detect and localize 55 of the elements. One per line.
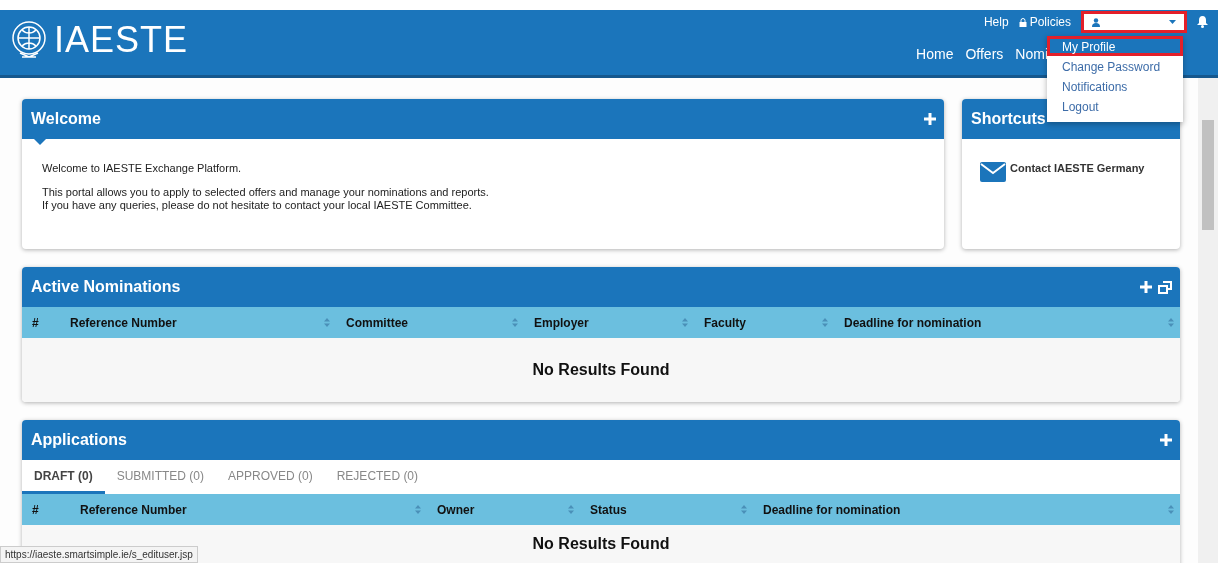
card-title: Active Nominations <box>31 278 181 296</box>
nav-link[interactable]: Home <box>916 46 954 62</box>
sort-icon <box>682 318 688 327</box>
logo-text: IAESTE <box>54 19 189 61</box>
column-header[interactable]: Reference Number <box>70 315 177 330</box>
column-header[interactable]: # <box>32 502 39 517</box>
shortcut-link[interactable]: Contact IAESTE Germany <box>1010 162 1145 174</box>
column-header[interactable]: Owner <box>437 502 475 517</box>
bell-icon[interactable] <box>1197 16 1208 28</box>
header-link[interactable]: Policies <box>1018 15 1071 29</box>
column-header[interactable]: Faculty <box>704 315 746 330</box>
menu-item[interactable]: My Profile <box>1047 36 1183 56</box>
lock-icon <box>1018 17 1027 27</box>
welcome-text: If you have any queries, please do not hesitate to contact your local IAESTE Committee. <box>42 199 473 212</box>
sort-icon <box>324 318 330 327</box>
tab[interactable]: SUBMITTED (0) <box>104 460 216 494</box>
sort-icon <box>512 318 518 327</box>
sort-icon <box>1168 505 1174 514</box>
column-header[interactable]: # <box>32 315 39 330</box>
sort-icon <box>1168 318 1174 327</box>
card-title: Applications <box>31 431 127 449</box>
card-title: Shortcuts <box>971 110 1046 128</box>
empty-message: No Results Found <box>532 361 670 379</box>
windows-icon[interactable] <box>1158 280 1172 294</box>
sort-icon <box>741 505 747 514</box>
tab[interactable]: REJECTED (0) <box>324 460 431 494</box>
welcome-text: This portal allows you to apply to selected offers and manage your nominations and reports. <box>42 186 490 199</box>
nav-link[interactable]: Nomi <box>1015 46 1048 62</box>
plus-icon[interactable] <box>1160 434 1172 446</box>
column-header[interactable]: Deadline for nomination <box>763 502 901 517</box>
sort-icon <box>415 505 421 514</box>
column-header[interactable]: Employer <box>534 315 589 330</box>
nav-link[interactable]: Offers <box>965 46 1004 62</box>
plus-icon[interactable] <box>924 113 936 125</box>
plus-icon[interactable] <box>1140 281 1152 293</box>
welcome-text: Welcome to IAESTE Exchange Platform. <box>42 162 243 175</box>
caret-icon <box>1169 20 1176 24</box>
scrollbar[interactable] <box>1198 78 1218 563</box>
envelope-icon <box>980 162 1006 182</box>
empty-message: No Results Found <box>532 535 670 553</box>
column-header[interactable]: Committee <box>346 315 408 330</box>
tab[interactable]: APPROVED (0) <box>216 460 325 494</box>
column-header[interactable]: Deadline for nomination <box>844 315 982 330</box>
user-icon <box>1092 17 1100 27</box>
sort-icon <box>822 318 828 327</box>
user-dropdown[interactable] <box>1081 11 1187 33</box>
menu-item[interactable]: Logout <box>1047 96 1183 116</box>
sort-icon <box>568 505 574 514</box>
card-title: Welcome <box>31 110 101 128</box>
column-header[interactable]: Reference Number <box>80 502 187 517</box>
menu-item[interactable]: Change Password <box>1047 56 1183 76</box>
status-url: https://iaeste.smartsimple.ie/s_edituser.jsp <box>0 546 198 563</box>
column-header[interactable]: Status <box>590 502 627 517</box>
header-link[interactable]: Help <box>983 15 1009 29</box>
menu-item[interactable]: Notifications <box>1047 76 1183 96</box>
